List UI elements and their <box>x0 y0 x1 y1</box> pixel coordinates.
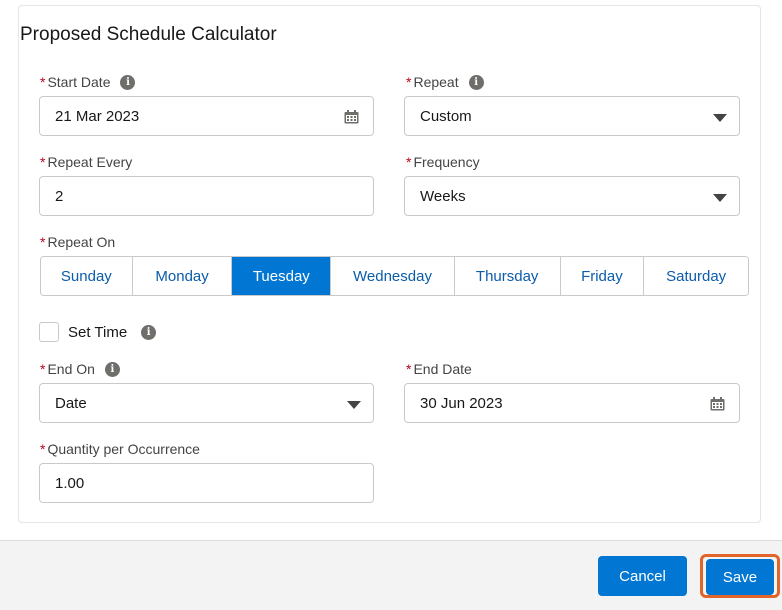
frequency-label: * Frequency <box>406 154 480 170</box>
required-marker: * <box>40 234 46 250</box>
repeat-every-label: * Repeat Every <box>40 154 132 170</box>
day-button-tuesday[interactable]: Tuesday <box>232 257 332 295</box>
end-on-value: Date <box>55 394 87 412</box>
start-date-field[interactable]: 21 Mar 2023 <box>39 96 374 136</box>
set-time-label-text: Set Time <box>68 324 128 341</box>
repeat-label: * Repeat i <box>406 74 484 90</box>
end-date-label: * End Date <box>406 361 472 377</box>
info-icon[interactable]: i <box>120 74 136 90</box>
save-button[interactable]: Save <box>706 559 774 595</box>
required-marker: * <box>406 74 412 90</box>
end-on-label: * End On i <box>40 361 120 377</box>
info-icon[interactable]: i <box>468 74 484 90</box>
frequency-select[interactable]: Weeks <box>404 176 740 216</box>
quantity-input[interactable]: 1.00 <box>39 463 374 503</box>
end-on-select[interactable]: Date <box>39 383 374 423</box>
day-button-monday[interactable]: Monday <box>132 257 233 295</box>
day-button-friday[interactable]: Friday <box>560 257 645 295</box>
calendar-icon[interactable] <box>710 397 725 411</box>
day-button-sunday[interactable]: Sunday <box>41 257 133 295</box>
required-marker: * <box>406 361 412 377</box>
repeat-on-label-text: Repeat On <box>47 234 116 250</box>
quantity-value: 1.00 <box>55 474 85 492</box>
end-on-label-text: End On <box>47 361 95 377</box>
repeat-every-value: 2 <box>55 187 64 205</box>
quantity-label-text: Quantity per Occurrence <box>47 441 200 457</box>
repeat-every-input[interactable]: 2 <box>39 176 374 216</box>
calendar-icon[interactable] <box>344 110 359 124</box>
set-time-label: Set Time i <box>68 324 157 341</box>
frequency-value: Weeks <box>420 187 466 205</box>
day-button-thursday[interactable]: Thursday <box>454 257 561 295</box>
chevron-down-icon <box>713 114 727 122</box>
day-button-saturday[interactable]: Saturday <box>644 257 748 295</box>
required-marker: * <box>406 154 412 170</box>
day-button-wednesday[interactable]: Wednesday <box>331 257 455 295</box>
set-time-checkbox[interactable] <box>39 322 59 342</box>
end-date-label-text: End Date <box>413 361 472 377</box>
page-title: Proposed Schedule Calculator <box>20 24 277 45</box>
end-date-field[interactable]: 30 Jun 2023 <box>404 383 740 423</box>
required-marker: * <box>40 361 46 377</box>
repeat-on-day-picker: Sunday Monday Tuesday Wednesday Thursday… <box>40 256 749 296</box>
start-date-value: 21 Mar 2023 <box>55 107 140 125</box>
quantity-label: * Quantity per Occurrence <box>40 441 200 457</box>
required-marker: * <box>40 74 46 90</box>
repeat-every-label-text: Repeat Every <box>47 154 133 170</box>
repeat-on-label: * Repeat On <box>40 234 115 250</box>
repeat-label-text: Repeat <box>413 74 459 90</box>
repeat-value: Custom <box>420 107 472 125</box>
chevron-down-icon <box>713 194 727 202</box>
info-icon[interactable]: i <box>104 361 120 377</box>
chevron-down-icon <box>347 401 361 409</box>
required-marker: * <box>40 154 46 170</box>
cancel-button[interactable]: Cancel <box>598 556 687 596</box>
repeat-select[interactable]: Custom <box>404 96 740 136</box>
end-date-value: 30 Jun 2023 <box>420 394 503 412</box>
required-marker: * <box>40 441 46 457</box>
start-date-label: * Start Date i <box>40 74 136 90</box>
start-date-label-text: Start Date <box>47 74 111 90</box>
frequency-label-text: Frequency <box>413 154 480 170</box>
info-icon[interactable]: i <box>141 325 157 340</box>
